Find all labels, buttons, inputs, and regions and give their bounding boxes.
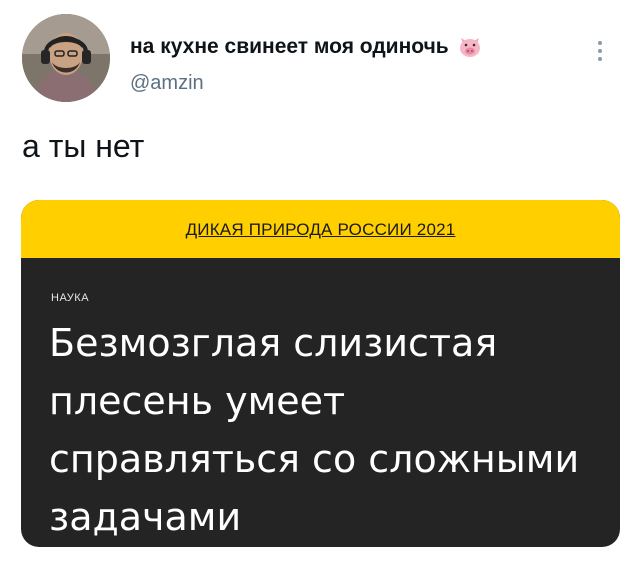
card-banner-link[interactable]: ДИКАЯ ПРИРОДА РОССИИ 2021 [186,220,456,240]
author-handle[interactable]: @amzin [130,72,204,95]
card-banner: ДИКАЯ ПРИРОДА РОССИИ 2021 [21,200,620,258]
author-name-row: на кухне свинеет моя одиночь [130,34,483,60]
more-dot [598,41,602,45]
avatar[interactable] [22,14,110,102]
tweet-text: а ты нет [22,128,145,164]
more-options-icon[interactable] [588,36,612,66]
card-headline[interactable]: Безмозглая слизистая плесень умеет справ… [49,314,594,546]
tweet-header: на кухне свинеет моя одиночь @amzin [22,14,622,106]
author-display-name[interactable]: на кухне свинеет моя одиночь [130,35,449,59]
more-dot [598,49,602,53]
pig-face-icon [457,34,483,60]
more-dot [598,57,602,61]
link-preview-card[interactable]: ДИКАЯ ПРИРОДА РОССИИ 2021 НАУКА Безмозгл… [21,200,620,547]
card-category: НАУКА [51,292,90,304]
